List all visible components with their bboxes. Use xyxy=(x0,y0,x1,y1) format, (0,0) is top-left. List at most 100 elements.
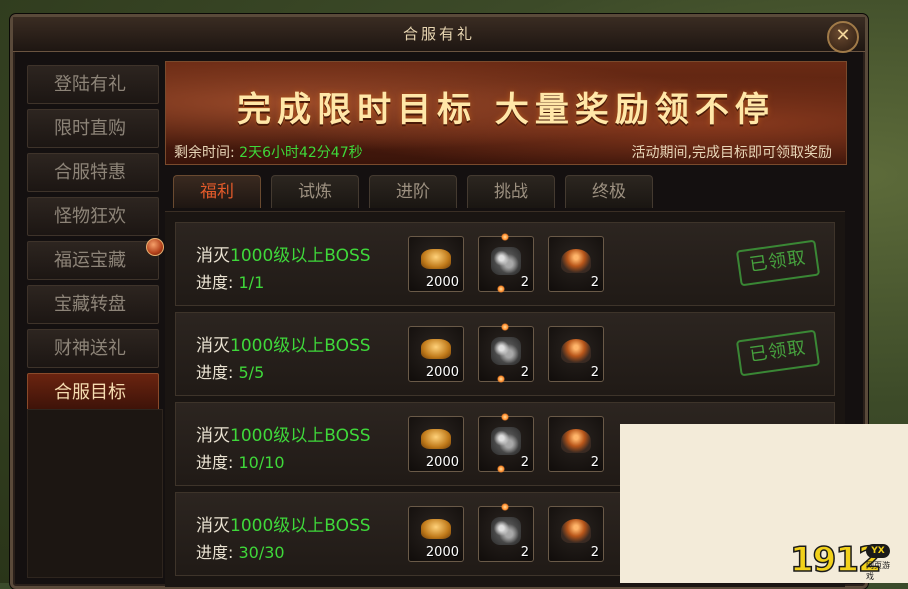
tab-trial[interactable]: 试炼 xyxy=(271,175,359,208)
gold-ingot-icon xyxy=(421,249,451,269)
sidebar-item-login-gift[interactable]: 登陆有礼 xyxy=(27,65,159,104)
sparkle-icon xyxy=(501,323,509,331)
tab-welfare[interactable]: 福利 xyxy=(173,175,261,208)
tab-bar: 福利 试炼 进阶 挑战 终极 xyxy=(165,175,845,211)
progress-label: 进度: xyxy=(196,543,234,562)
close-button[interactable]: ✕ xyxy=(827,21,859,53)
sidebar-item-fortune-treasure[interactable]: 福运宝藏 xyxy=(27,238,164,280)
watermark-badge: YX xyxy=(866,544,890,558)
sidebar-item-label: 财神送礼 xyxy=(54,338,126,359)
sidebar-item-treasure-wheel[interactable]: 宝藏转盘 xyxy=(27,285,159,324)
sidebar-item-monster-carnival[interactable]: 怪物狂欢 xyxy=(27,197,159,236)
ore-icon xyxy=(491,337,521,365)
remaining-time-label: 剩余时间: xyxy=(174,145,235,161)
claimed-stamp: 已领取 xyxy=(735,329,821,377)
progress-value: 30/30 xyxy=(238,543,285,562)
quest-desc-highlight: 1000级以上BOSS xyxy=(230,336,371,356)
quest-progress: 进度: 10/10 xyxy=(196,449,285,473)
quest-description: 消灭1000级以上BOSS xyxy=(196,241,371,266)
reward-slot[interactable]: 2 xyxy=(548,236,604,292)
reward-qty: 2 xyxy=(590,455,599,470)
window-title: 合服有礼 xyxy=(402,25,475,43)
sparkle-icon xyxy=(497,285,505,293)
reward-slot[interactable]: 2 xyxy=(548,326,604,382)
reward-slot[interactable]: 2 xyxy=(478,503,534,562)
reward-qty: 2 xyxy=(590,545,599,560)
reward-slot[interactable]: 2 xyxy=(478,413,534,473)
sparkle-icon xyxy=(497,465,505,473)
sidebar-item-merge-discount[interactable]: 合服特惠 xyxy=(27,153,159,192)
ore-icon xyxy=(491,427,521,455)
reward-slot[interactable]: 2000 xyxy=(408,416,464,472)
reward-slot[interactable]: 2 xyxy=(478,323,534,383)
sidebar-item-fortune-god-gift[interactable]: 财神送礼 xyxy=(27,329,159,368)
sidebar-item-label: 合服特惠 xyxy=(54,162,126,183)
tab-advance[interactable]: 进阶 xyxy=(369,175,457,208)
sparkle-icon xyxy=(501,413,509,421)
reward-slot[interactable]: 2000 xyxy=(408,506,464,562)
tab-ultimate[interactable]: 终极 xyxy=(565,175,653,208)
claimed-stamp: 已领取 xyxy=(735,239,821,287)
banner-slogan: 完成限时目标 大量奖励领不停 xyxy=(237,90,775,130)
chest-icon xyxy=(561,339,591,363)
watermark-subtitle: 网页游戏 xyxy=(866,561,890,581)
quest-progress: 进度: 5/5 xyxy=(196,359,264,383)
quest-description: 消灭1000级以上BOSS xyxy=(196,421,371,446)
quest-desc-prefix: 消灭 xyxy=(196,516,230,536)
sidebar-item-limited-purchase[interactable]: 限时直购 xyxy=(27,109,159,148)
reward-qty: 2 xyxy=(520,365,529,380)
title-bar: 合服有礼 ✕ xyxy=(13,17,865,53)
sidebar-item-label: 宝藏转盘 xyxy=(54,294,126,315)
gold-ingot-icon xyxy=(421,519,451,539)
chest-icon xyxy=(561,249,591,273)
quest-desc-prefix: 消灭 xyxy=(196,336,230,356)
remaining-time-value: 2天6小时42分47秒 xyxy=(239,145,363,161)
progress-value: 5/5 xyxy=(238,363,265,382)
gold-ingot-icon xyxy=(421,339,451,359)
tab-challenge[interactable]: 挑战 xyxy=(467,175,555,208)
quest-row: 消灭1000级以上BOSS 进度: 5/5 2000 2 2 已领取 xyxy=(175,312,835,396)
ore-icon xyxy=(491,247,521,275)
quest-desc-highlight: 1000级以上BOSS xyxy=(230,246,371,266)
reward-qty: 2000 xyxy=(425,545,459,560)
sidebar-item-label: 怪物狂欢 xyxy=(54,206,126,227)
reward-slot[interactable]: 2 xyxy=(548,506,604,562)
banner-note: 活动期间,完成目标即可领取奖励 xyxy=(631,145,832,161)
quest-row: 消灭1000级以上BOSS 进度: 1/1 2000 2 2 已领取 xyxy=(175,222,835,306)
quest-description: 消灭1000级以上BOSS xyxy=(196,511,371,536)
reward-qty: 2 xyxy=(520,275,529,290)
reward-qty: 2 xyxy=(590,275,599,290)
chest-icon xyxy=(561,429,591,453)
chest-icon xyxy=(561,519,591,543)
reward-qty: 2 xyxy=(590,365,599,380)
progress-label: 进度: xyxy=(196,363,234,382)
event-banner: 完成限时目标 大量奖励领不停 剩余时间: 2天6小时42分47秒 活动期间,完成… xyxy=(165,61,847,165)
progress-value: 10/10 xyxy=(238,453,285,472)
sidebar-item-label: 合服目标 xyxy=(54,382,126,403)
reward-qty: 2000 xyxy=(425,455,459,470)
sidebar-item-merge-target[interactable]: 合服目标 xyxy=(27,373,159,412)
quest-desc-prefix: 消灭 xyxy=(196,426,230,446)
reward-qty: 2 xyxy=(520,545,529,560)
gold-ingot-icon xyxy=(421,429,451,449)
sidebar-item-label: 福运宝藏 xyxy=(54,250,126,271)
reward-slot[interactable]: 2000 xyxy=(408,236,464,292)
reward-qty: 2000 xyxy=(425,365,459,380)
progress-label: 进度: xyxy=(196,273,234,292)
reward-slot[interactable]: 2 xyxy=(478,233,534,293)
ore-icon xyxy=(491,517,521,545)
quest-progress: 进度: 30/30 xyxy=(196,539,285,563)
sparkle-icon xyxy=(501,233,509,241)
sidebar: 登陆有礼 限时直购 合服特惠 怪物狂欢 福运宝藏 宝藏转盘 财神送礼 合服目标 xyxy=(27,65,164,417)
notification-dot-icon xyxy=(146,238,164,256)
reward-qty: 2 xyxy=(520,455,529,470)
quest-desc-highlight: 1000级以上BOSS xyxy=(230,426,371,446)
reward-slot[interactable]: 2 xyxy=(548,416,604,472)
sidebar-empty-area xyxy=(27,409,163,578)
sidebar-item-label: 限时直购 xyxy=(54,118,126,139)
progress-value: 1/1 xyxy=(238,273,265,292)
sparkle-icon xyxy=(501,503,509,511)
quest-desc-highlight: 1000级以上BOSS xyxy=(230,516,371,536)
reward-slot[interactable]: 2000 xyxy=(408,326,464,382)
reward-qty: 2000 xyxy=(425,275,459,290)
